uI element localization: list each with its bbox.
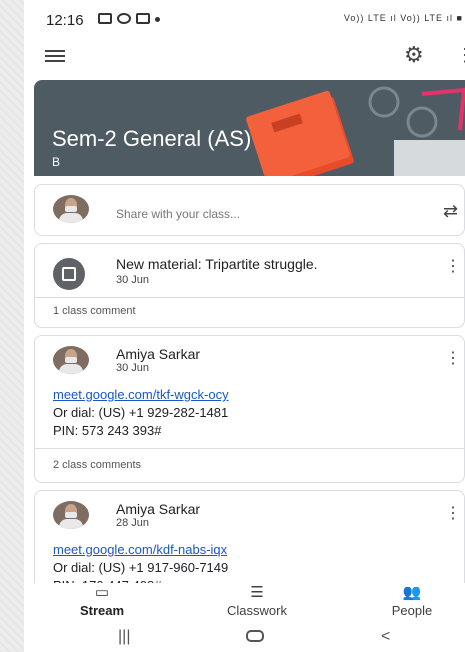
mail-notification-icon bbox=[136, 13, 150, 24]
author-avatar bbox=[53, 346, 89, 374]
meet-link[interactable]: meet.google.com/tkf-wgck-ocy bbox=[53, 387, 229, 402]
post-author: Amiya Sarkar bbox=[116, 501, 201, 517]
divider bbox=[35, 297, 464, 298]
gear-icon[interactable]: ⚙ bbox=[404, 42, 424, 68]
material-date: 30 Jun bbox=[116, 274, 150, 286]
author-avatar bbox=[53, 501, 89, 529]
post-date: 30 Jun bbox=[116, 362, 150, 374]
class-title: Sem-2 General (AS) bbox=[52, 126, 252, 151]
share-input[interactable]: Share with your class... bbox=[116, 207, 240, 221]
material-icon bbox=[53, 258, 85, 290]
more-notifications-dot-icon bbox=[155, 17, 160, 22]
status-bar: 12:16 Vo)) LTE ıl Vo)) LTE ıl ■ bbox=[24, 0, 465, 40]
status-time: 12:16 bbox=[46, 12, 84, 29]
nav-people[interactable]: 👥 People bbox=[362, 583, 462, 618]
nav-people-label: People bbox=[391, 603, 433, 618]
nav-stream-label: Stream bbox=[79, 603, 125, 618]
class-section: B bbox=[52, 155, 61, 169]
glasses-ruler-illustration-icon bbox=[368, 86, 465, 176]
material-more-icon[interactable]: ⋮ bbox=[445, 256, 461, 276]
more-vert-icon[interactable]: ⋮ bbox=[456, 45, 465, 66]
nav-classwork[interactable]: ☰ Classwork bbox=[207, 583, 307, 618]
system-navigation-bar: ||| < bbox=[24, 624, 465, 652]
messenger-notification-icon bbox=[117, 13, 131, 24]
material-title[interactable]: New material: Tripartite struggle. bbox=[116, 256, 318, 272]
nav-stream[interactable]: ▭ Stream bbox=[52, 583, 152, 618]
signal-battery-indicators: Vo)) LTE ıl Vo)) LTE ıl ■ bbox=[343, 13, 463, 23]
dial-info: Or dial: (US) +1 929-282-1481 bbox=[53, 405, 229, 420]
stream-icon: ▭ bbox=[94, 584, 110, 601]
repost-icon[interactable]: ⇄ bbox=[443, 201, 458, 222]
post-comments-link[interactable]: 2 class comments bbox=[53, 459, 141, 471]
gallery-notification-icon bbox=[98, 13, 112, 24]
dial-info: Or dial: (US) +1 917-960-7149 bbox=[53, 560, 229, 575]
people-icon: 👥 bbox=[402, 584, 422, 601]
post-date: 28 Jun bbox=[116, 517, 150, 529]
post-card[interactable]: Amiya Sarkar 30 Jun ⋮ meet.google.com/tk… bbox=[34, 335, 465, 483]
share-card[interactable]: Share with your class... ⇄ bbox=[34, 184, 465, 236]
material-card[interactable]: New material: Tripartite struggle. 30 Ju… bbox=[34, 243, 465, 328]
notification-icons bbox=[98, 13, 160, 24]
phone-screen: 12:16 Vo)) LTE ıl Vo)) LTE ıl ■ ⚙ ⋮ Sem-… bbox=[24, 0, 465, 652]
nav-classwork-label: Classwork bbox=[227, 603, 287, 618]
home-icon[interactable] bbox=[246, 630, 264, 642]
app-top-bar: ⚙ ⋮ bbox=[24, 40, 465, 74]
avatar bbox=[53, 195, 89, 223]
back-icon[interactable]: < bbox=[381, 628, 390, 646]
recent-apps-icon[interactable]: ||| bbox=[118, 628, 130, 646]
post-more-icon[interactable]: ⋮ bbox=[445, 348, 461, 368]
divider bbox=[35, 448, 464, 449]
material-comments-link[interactable]: 1 class comment bbox=[53, 305, 136, 317]
pin-info: PIN: 573 243 393# bbox=[53, 423, 162, 438]
class-banner[interactable]: Sem-2 General (AS) B bbox=[34, 80, 465, 176]
hamburger-icon[interactable] bbox=[45, 50, 65, 64]
book-illustration-icon bbox=[246, 90, 354, 176]
post-author: Amiya Sarkar bbox=[116, 346, 201, 362]
bottom-navigation: ▭ Stream ☰ Classwork 👥 People bbox=[24, 583, 465, 623]
post-more-icon[interactable]: ⋮ bbox=[445, 503, 461, 523]
meet-link[interactable]: meet.google.com/kdf-nabs-iqx bbox=[53, 542, 227, 557]
classwork-icon: ☰ bbox=[250, 584, 264, 601]
